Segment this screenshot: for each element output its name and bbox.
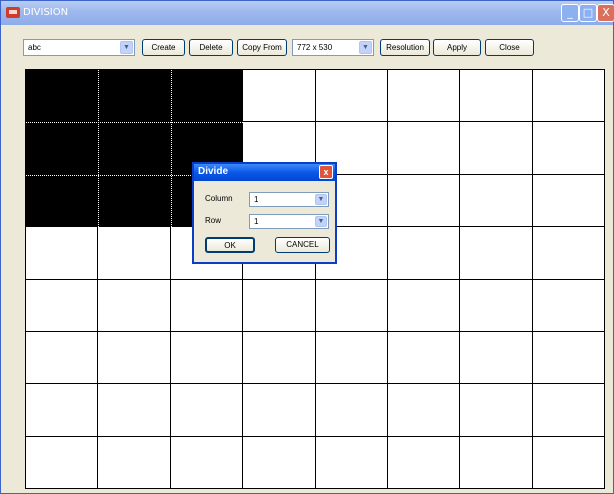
grid-cell[interactable] — [387, 436, 461, 489]
grid-cell[interactable] — [387, 122, 461, 175]
grid-cell[interactable] — [170, 279, 244, 332]
grid-cell[interactable] — [26, 331, 99, 385]
copy-from-button[interactable]: Copy From — [237, 39, 287, 56]
grid-cell[interactable] — [460, 70, 533, 123]
app-icon — [6, 7, 20, 18]
division-window: DIVISION _ □ X abc ▼ Create Delete Copy … — [0, 0, 614, 494]
division-grid[interactable] — [25, 69, 605, 489]
close-icon[interactable]: x — [319, 165, 333, 179]
grid-cell[interactable] — [243, 384, 316, 437]
grid-cell[interactable] — [98, 436, 171, 489]
row-label: Row — [205, 216, 222, 225]
grid-cell[interactable] — [315, 279, 388, 332]
window-title: DIVISION — [23, 7, 69, 18]
create-button[interactable]: Create — [142, 39, 185, 56]
resolution-select-value: 772 x 530 — [297, 43, 333, 52]
grid-cell[interactable] — [170, 436, 244, 489]
grid-cell[interactable] — [532, 70, 605, 123]
grid-cell[interactable] — [243, 279, 316, 332]
maximize-button[interactable]: □ — [579, 4, 597, 22]
grid-cell[interactable] — [460, 436, 533, 489]
dialog-title: Divide — [198, 166, 229, 177]
grid-cell[interactable] — [460, 384, 533, 437]
grid-cell[interactable] — [532, 436, 605, 489]
close-button[interactable]: Close — [485, 39, 534, 56]
chevron-down-icon[interactable]: ▼ — [315, 194, 327, 205]
grid-cell[interactable] — [26, 227, 99, 280]
toolbar: abc ▼ Create Delete Copy From 772 x 530 … — [1, 25, 613, 63]
chevron-down-icon[interactable]: ▼ — [315, 216, 327, 227]
grid-cell[interactable] — [98, 279, 171, 332]
grid-cell[interactable] — [387, 227, 461, 280]
apply-button[interactable]: Apply — [433, 39, 481, 56]
grid-cell[interactable] — [98, 384, 171, 437]
dialog-title-bar[interactable]: Divide x — [194, 164, 335, 181]
grid-cell[interactable] — [460, 279, 533, 332]
minimize-button[interactable]: _ — [561, 4, 579, 22]
grid-cell[interactable] — [243, 70, 316, 123]
grid-cell[interactable] — [460, 227, 533, 280]
column-select-value: 1 — [254, 195, 259, 204]
row-select-value: 1 — [254, 217, 259, 226]
grid-cell[interactable] — [532, 331, 605, 385]
grid-cell[interactable] — [387, 331, 461, 385]
delete-button[interactable]: Delete — [189, 39, 233, 56]
grid-cell[interactable] — [315, 331, 388, 385]
grid-cell[interactable] — [387, 70, 461, 123]
grid-cell[interactable] — [26, 279, 99, 332]
grid-cell[interactable] — [532, 174, 605, 228]
name-select-value: abc — [28, 43, 41, 52]
grid-cell[interactable] — [26, 384, 99, 437]
division-line — [170, 70, 172, 228]
grid-cell[interactable] — [170, 331, 244, 385]
grid-cell[interactable] — [315, 384, 388, 437]
cancel-button[interactable]: CANCEL — [275, 237, 330, 253]
grid-cell[interactable] — [532, 227, 605, 280]
grid-cell[interactable] — [98, 331, 171, 385]
title-bar[interactable]: DIVISION _ □ X — [1, 1, 614, 25]
grid-cell[interactable] — [532, 279, 605, 332]
grid-cell[interactable] — [532, 384, 605, 437]
grid-cell[interactable] — [98, 227, 171, 280]
grid-cell[interactable] — [243, 331, 316, 385]
name-select[interactable]: abc ▼ — [23, 39, 135, 56]
grid-cell[interactable] — [26, 436, 99, 489]
resolution-button[interactable]: Resolution — [380, 39, 430, 56]
grid-cell[interactable] — [387, 174, 461, 228]
grid-cell[interactable] — [315, 70, 388, 123]
chevron-down-icon[interactable]: ▼ — [120, 41, 133, 54]
grid-cell[interactable] — [532, 122, 605, 175]
row-select[interactable]: 1 ▼ — [249, 214, 329, 229]
grid-cell[interactable] — [460, 174, 533, 228]
division-line — [98, 70, 100, 228]
grid-cell[interactable] — [387, 384, 461, 437]
grid-cell[interactable] — [315, 436, 388, 489]
grid-cell[interactable] — [170, 384, 244, 437]
grid-cell[interactable] — [460, 122, 533, 175]
resolution-select[interactable]: 772 x 530 ▼ — [292, 39, 374, 56]
division-line — [26, 122, 244, 124]
ok-button[interactable]: OK — [205, 237, 255, 253]
grid-cell[interactable] — [460, 331, 533, 385]
close-window-button[interactable]: X — [597, 4, 614, 22]
grid-cell[interactable] — [243, 436, 316, 489]
divide-dialog: Divide x Column 1 ▼ Row 1 ▼ OK CANCEL — [192, 162, 337, 264]
column-label: Column — [205, 194, 233, 203]
column-select[interactable]: 1 ▼ — [249, 192, 329, 207]
grid-cell[interactable] — [387, 279, 461, 332]
chevron-down-icon[interactable]: ▼ — [359, 41, 372, 54]
